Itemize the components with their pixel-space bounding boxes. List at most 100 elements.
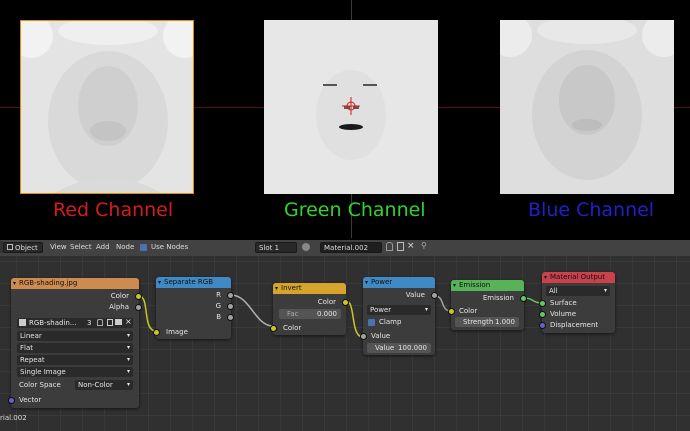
output-alpha-socket[interactable] bbox=[135, 304, 142, 311]
output-color-socket[interactable] bbox=[342, 299, 349, 306]
material-output-title[interactable]: Material Output bbox=[542, 272, 615, 283]
blue-channel-caption: Blue Channel bbox=[528, 199, 655, 221]
output-b-socket[interactable] bbox=[227, 314, 234, 321]
output-alpha-label: Alpha bbox=[109, 303, 129, 311]
menu-view[interactable]: View bbox=[50, 243, 67, 251]
image-icon bbox=[19, 319, 26, 326]
input-color-socket[interactable] bbox=[270, 325, 277, 332]
input-value-socket[interactable] bbox=[360, 333, 367, 340]
color-space-label: Color Space bbox=[19, 381, 61, 389]
red-channel-image[interactable] bbox=[20, 20, 194, 194]
clamp-checkbox[interactable] bbox=[368, 319, 375, 326]
output-emission-socket[interactable] bbox=[520, 295, 527, 302]
emission-node[interactable]: Emission Emission Color Strength 1.000 bbox=[448, 280, 527, 330]
link-g-to-invert bbox=[230, 294, 274, 327]
power-node[interactable]: Power Value Power Clamp Value Value 100.… bbox=[360, 277, 438, 355]
value-field[interactable]: Value 100.000 bbox=[367, 343, 431, 353]
invert-node[interactable]: Invert Color Fac 0.000 Color bbox=[270, 283, 349, 335]
material-footer-label: rial.002 bbox=[0, 414, 27, 422]
slot-label: Slot 1 bbox=[259, 244, 280, 252]
output-r-socket[interactable] bbox=[227, 292, 234, 299]
strength-field[interactable]: Strength 1.000 bbox=[455, 317, 519, 327]
separate-rgb-title[interactable]: Separate RGB bbox=[156, 277, 231, 288]
link-invert-to-value bbox=[345, 300, 364, 338]
sphere-icon[interactable] bbox=[302, 243, 310, 251]
input-volume-socket[interactable] bbox=[539, 311, 546, 318]
image-viewer: Red Channel Green Channel Blue Channel bbox=[0, 0, 690, 238]
separate-rgb-node[interactable]: Separate RGB R G B Image bbox=[153, 277, 234, 339]
input-color-label: Color bbox=[283, 324, 302, 332]
target-dropdown[interactable]: All bbox=[546, 286, 610, 296]
material-name-field[interactable]: Material.002 bbox=[320, 242, 382, 253]
input-color-label: Color bbox=[459, 307, 478, 315]
mode-label: Object bbox=[15, 244, 38, 252]
clamp-label: Clamp bbox=[379, 318, 402, 326]
menu-select[interactable]: Select bbox=[70, 243, 92, 251]
output-color-label: Color bbox=[110, 292, 129, 300]
use-nodes-label: Use Nodes bbox=[151, 243, 189, 251]
image-datablock[interactable]: RGB-shadin... 3 × bbox=[17, 317, 133, 328]
image-texture-title[interactable]: RGB-shading.jpg bbox=[11, 278, 139, 289]
operation-dropdown[interactable]: Power bbox=[367, 305, 431, 315]
green-channel-image[interactable] bbox=[264, 20, 438, 194]
input-surface-label: Surface bbox=[550, 299, 577, 307]
output-color-socket[interactable] bbox=[135, 293, 142, 300]
image-name: RGB-shadin... bbox=[29, 319, 77, 327]
fac-field[interactable]: Fac 0.000 bbox=[279, 309, 341, 319]
output-emission-label: Emission bbox=[482, 294, 514, 302]
shield-icon[interactable] bbox=[97, 319, 103, 326]
blue-channel-image[interactable] bbox=[500, 20, 674, 194]
output-b-label: B bbox=[216, 313, 221, 321]
output-g-label: G bbox=[215, 302, 221, 310]
value-label: Value bbox=[375, 344, 395, 352]
link-color-to-image bbox=[138, 295, 157, 332]
menu-node[interactable]: Node bbox=[116, 243, 134, 251]
interpolation-dropdown[interactable]: Linear bbox=[17, 331, 133, 341]
mode-dropdown[interactable]: Object bbox=[3, 242, 43, 253]
slot-dropdown[interactable]: Slot 1 bbox=[255, 242, 297, 253]
source-dropdown[interactable]: Single Image bbox=[17, 367, 133, 377]
output-value-socket[interactable] bbox=[431, 292, 438, 299]
input-value-label: Value bbox=[371, 332, 391, 340]
input-image-socket[interactable] bbox=[153, 329, 160, 336]
image-users: 3 bbox=[87, 319, 92, 327]
power-title[interactable]: Power bbox=[363, 277, 435, 288]
extension-dropdown[interactable]: Repeat bbox=[17, 355, 133, 365]
output-g-socket[interactable] bbox=[227, 303, 234, 310]
input-volume-label: Volume bbox=[550, 310, 577, 318]
strength-value: 1.000 bbox=[494, 318, 515, 326]
cube-icon bbox=[7, 244, 13, 250]
material-output-node[interactable]: Material Output All Surface Volume Displ… bbox=[539, 272, 615, 333]
fac-value: 0.000 bbox=[316, 310, 337, 318]
strength-label: Strength bbox=[463, 318, 494, 326]
input-displacement-socket[interactable] bbox=[539, 322, 546, 329]
material-name: Material.002 bbox=[324, 244, 369, 252]
color-space-dropdown[interactable]: Non-Color bbox=[75, 380, 133, 390]
value-number: 100.000 bbox=[398, 344, 427, 352]
node-editor-canvas[interactable]: RGB-shading.jpg Color Alpha RGB-shadin..… bbox=[0, 256, 690, 431]
input-displacement-label: Displacement bbox=[550, 321, 599, 329]
input-color-socket[interactable] bbox=[448, 308, 455, 315]
use-nodes-checkbox[interactable] bbox=[140, 244, 147, 251]
red-channel-caption: Red Channel bbox=[53, 199, 174, 221]
output-value-label: Value bbox=[405, 291, 425, 299]
shield-icon[interactable] bbox=[386, 242, 393, 251]
green-channel-caption: Green Channel bbox=[284, 199, 426, 221]
input-vector-socket[interactable] bbox=[8, 397, 15, 404]
close-icon[interactable]: × bbox=[407, 241, 415, 251]
output-r-label: R bbox=[216, 291, 221, 299]
projection-dropdown[interactable]: Flat bbox=[17, 343, 133, 353]
input-surface-socket[interactable] bbox=[539, 300, 546, 307]
fac-label: Fac bbox=[287, 310, 299, 318]
folder-icon[interactable] bbox=[115, 319, 122, 325]
image-texture-node[interactable]: RGB-shading.jpg Color Alpha RGB-shadin..… bbox=[8, 278, 142, 408]
duplicate-icon[interactable] bbox=[397, 242, 404, 251]
duplicate-icon[interactable] bbox=[107, 319, 113, 326]
pin-icon[interactable]: ⚲ bbox=[421, 241, 427, 250]
input-image-label: Image bbox=[166, 328, 188, 336]
emission-title[interactable]: Emission bbox=[451, 280, 524, 291]
invert-title[interactable]: Invert bbox=[273, 283, 346, 294]
menu-add[interactable]: Add bbox=[96, 243, 110, 251]
close-icon[interactable]: × bbox=[125, 317, 132, 327]
node-editor-header: Object View Select Add Node Use Nodes Sl… bbox=[0, 240, 690, 256]
